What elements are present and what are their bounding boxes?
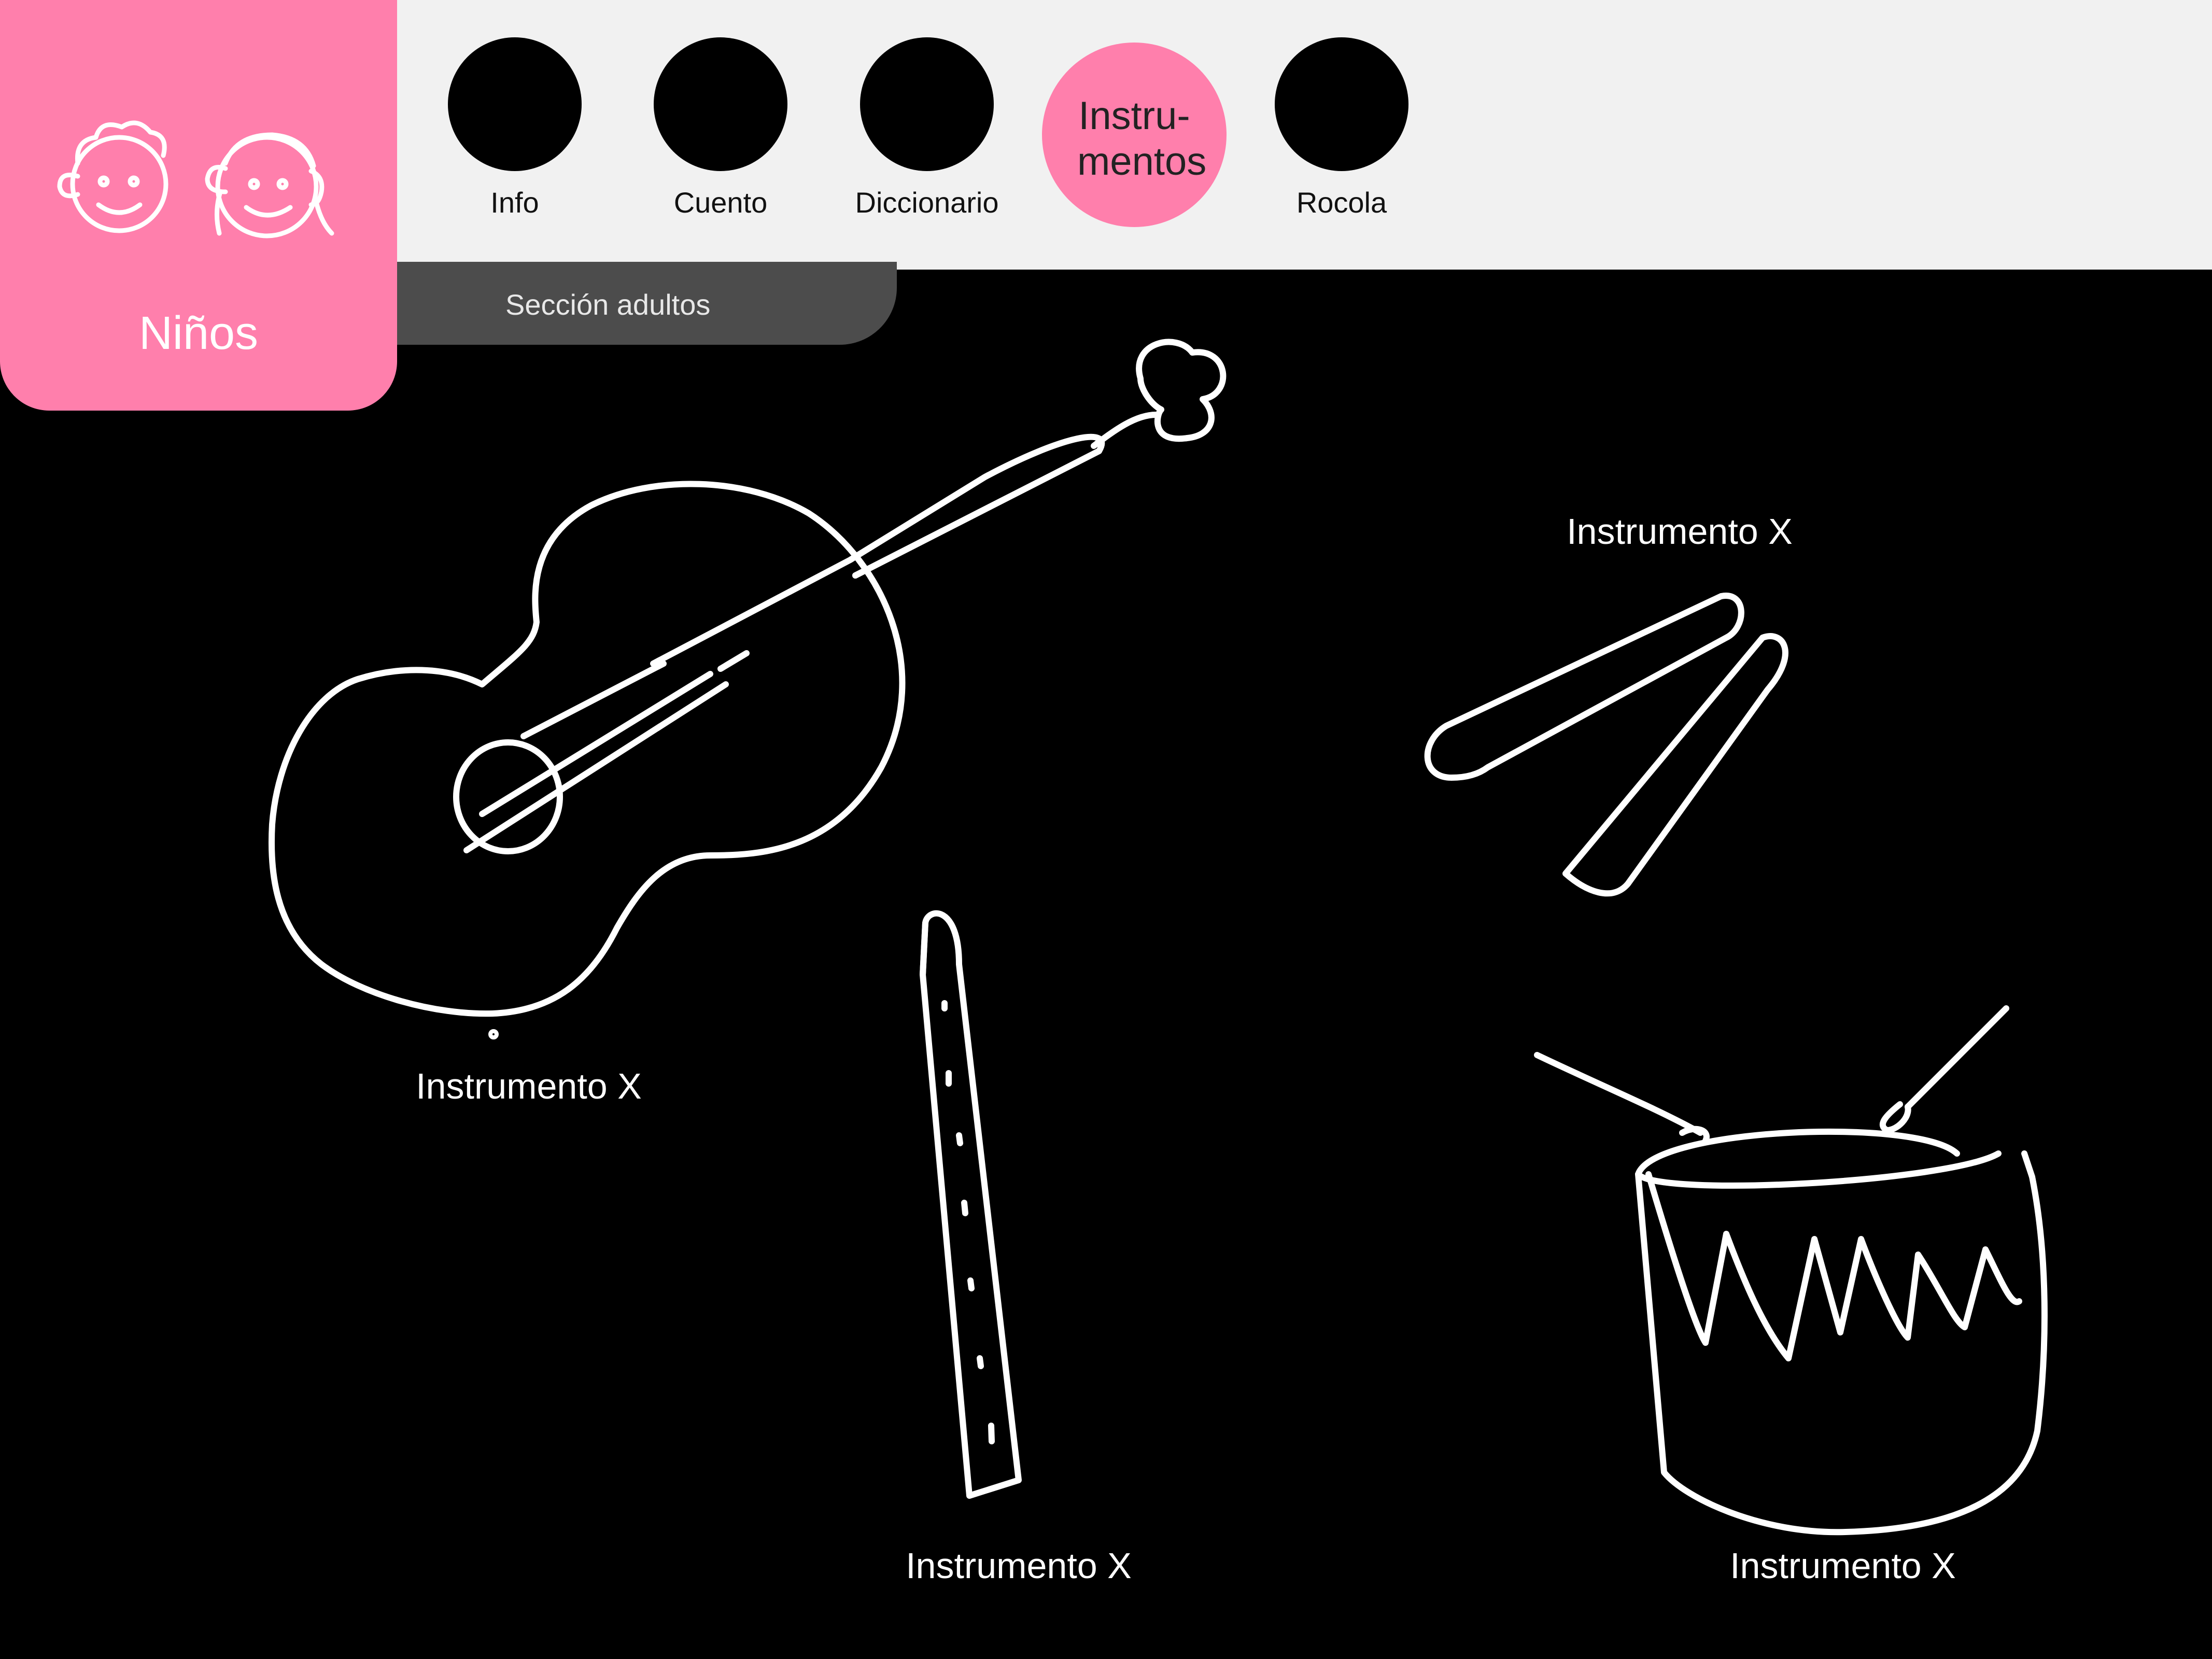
drum-icon[interactable] bbox=[1534, 1005, 2048, 1536]
instrument-label-claves: Instrumento X bbox=[1567, 511, 1793, 552]
kids-section-label: Niños bbox=[138, 307, 259, 359]
flute-icon[interactable] bbox=[920, 910, 1022, 1499]
instrument-label-guitar: Instrumento X bbox=[416, 1066, 642, 1106]
guitar-icon[interactable] bbox=[268, 339, 1227, 1039]
instrument-label-drum: Instrumento X bbox=[1730, 1545, 1956, 1586]
kids-section-tab[interactable]: Niños bbox=[0, 0, 397, 411]
claves-icon[interactable] bbox=[1424, 593, 1788, 897]
adults-section-label: Sección adultos bbox=[505, 288, 711, 321]
kids-faces-icon bbox=[57, 120, 334, 238]
instrument-label-flute: Instrumento X bbox=[906, 1545, 1132, 1586]
adults-section-tab[interactable]: Sección adultos bbox=[342, 262, 897, 345]
